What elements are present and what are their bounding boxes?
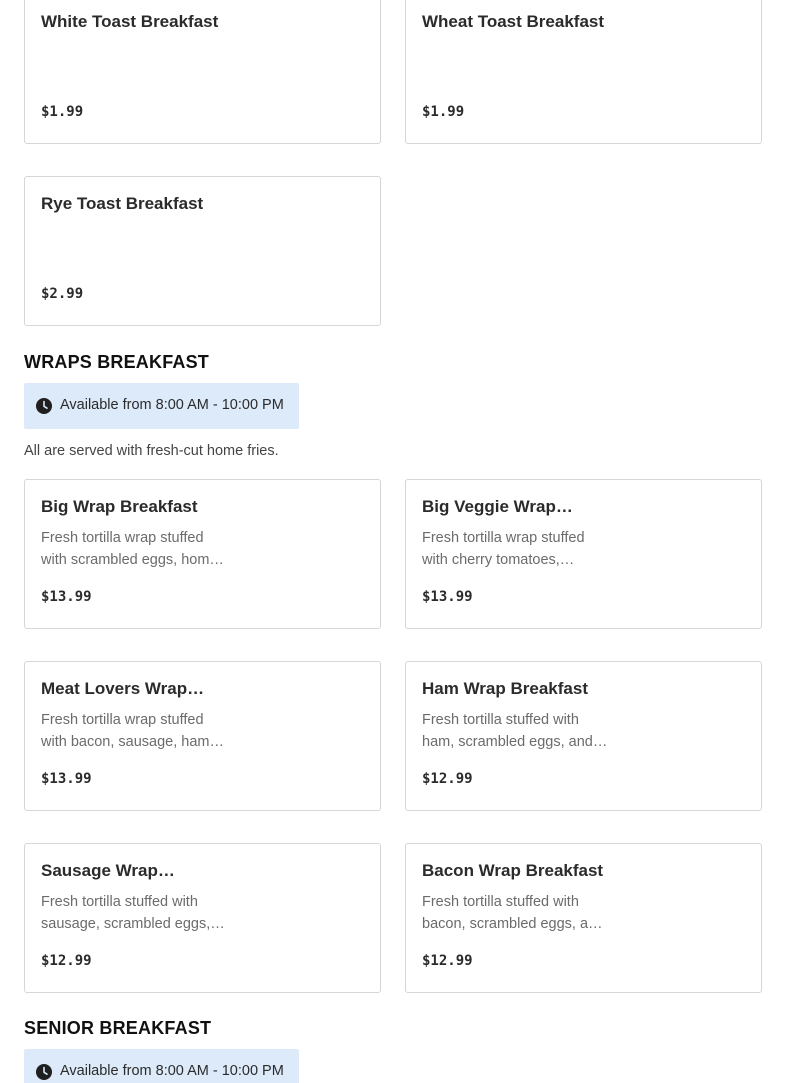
menu-item-description: Fresh tortilla wrap stuffed with cherry t…: [422, 530, 585, 568]
menu-item-name: Sausage Wrap…: [41, 861, 175, 880]
menu-item-name: Rye Toast Breakfast: [41, 194, 204, 213]
availability-banner: Available from 8:00 AM - 10:00 PM: [24, 383, 299, 429]
section-title-senior: SENIOR BREAKFAST: [24, 1018, 212, 1038]
menu-item-card[interactable]: Rye Toast Breakfast $2.99: [24, 176, 381, 326]
menu-item-price: $1.99: [422, 104, 465, 120]
clock-icon: [36, 1064, 52, 1080]
menu-item-name: Wheat Toast Breakfast: [422, 12, 605, 31]
menu-item-name: Big Veggie Wrap…: [422, 497, 573, 516]
clock-icon: [36, 398, 52, 414]
menu-item-name: Big Wrap Breakfast: [41, 497, 198, 516]
menu-item-price: $12.99: [41, 953, 92, 969]
menu-item-description: Fresh tortilla stuffed with sausage, scra…: [41, 894, 225, 932]
menu-item-price: $12.99: [422, 953, 473, 969]
menu-item-description: Fresh tortilla stuffed with bacon, scramb…: [422, 894, 603, 932]
menu-item-card[interactable]: Big Wrap Breakfast Fresh tortilla wrap s…: [24, 479, 381, 629]
menu-item-price: $1.99: [41, 104, 84, 120]
menu-item-card[interactable]: Ham Wrap Breakfast Fresh tortilla stuffe…: [405, 661, 762, 811]
menu-page: White Toast Breakfast $1.99 Wheat Toast …: [0, 0, 785, 1083]
menu-item-price: $13.99: [422, 589, 473, 605]
section-note: All are served with fresh-cut home fries…: [24, 443, 279, 459]
menu-item-card[interactable]: Big Veggie Wrap… Fresh tortilla wrap stu…: [405, 479, 762, 629]
menu-item-card[interactable]: Wheat Toast Breakfast $1.99: [405, 0, 762, 144]
menu-item-price: $12.99: [422, 771, 473, 787]
menu-item-description: Fresh tortilla wrap stuffed with bacon, s…: [41, 712, 224, 750]
availability-text: Available from 8:00 AM - 10:00 PM: [60, 397, 284, 413]
menu-item-card[interactable]: Sausage Wrap… Fresh tortilla stuffed wit…: [24, 843, 381, 993]
menu-item-name: Meat Lovers Wrap…: [41, 679, 205, 698]
menu-item-description: Fresh tortilla wrap stuffed with scramble…: [41, 530, 224, 568]
availability-text: Available from 8:00 AM - 10:00 PM: [60, 1063, 284, 1079]
section-title-wraps: WRAPS BREAKFAST: [24, 352, 210, 372]
menu-item-price: $2.99: [41, 286, 84, 302]
menu-item-description: Fresh tortilla stuffed with ham, scramble…: [422, 712, 608, 750]
menu-item-card[interactable]: Bacon Wrap Breakfast Fresh tortilla stuf…: [405, 843, 762, 993]
menu-item-price: $13.99: [41, 589, 92, 605]
menu-item-name: Bacon Wrap Breakfast: [422, 861, 604, 880]
menu-item-price: $13.99: [41, 771, 92, 787]
menu-item-name: White Toast Breakfast: [41, 12, 219, 31]
menu-item-card[interactable]: Meat Lovers Wrap… Fresh tortilla wrap st…: [24, 661, 381, 811]
availability-banner: Available from 8:00 AM - 10:00 PM: [24, 1049, 299, 1083]
menu-item-card[interactable]: White Toast Breakfast $1.99: [24, 0, 381, 144]
menu-item-name: Ham Wrap Breakfast: [422, 679, 588, 698]
